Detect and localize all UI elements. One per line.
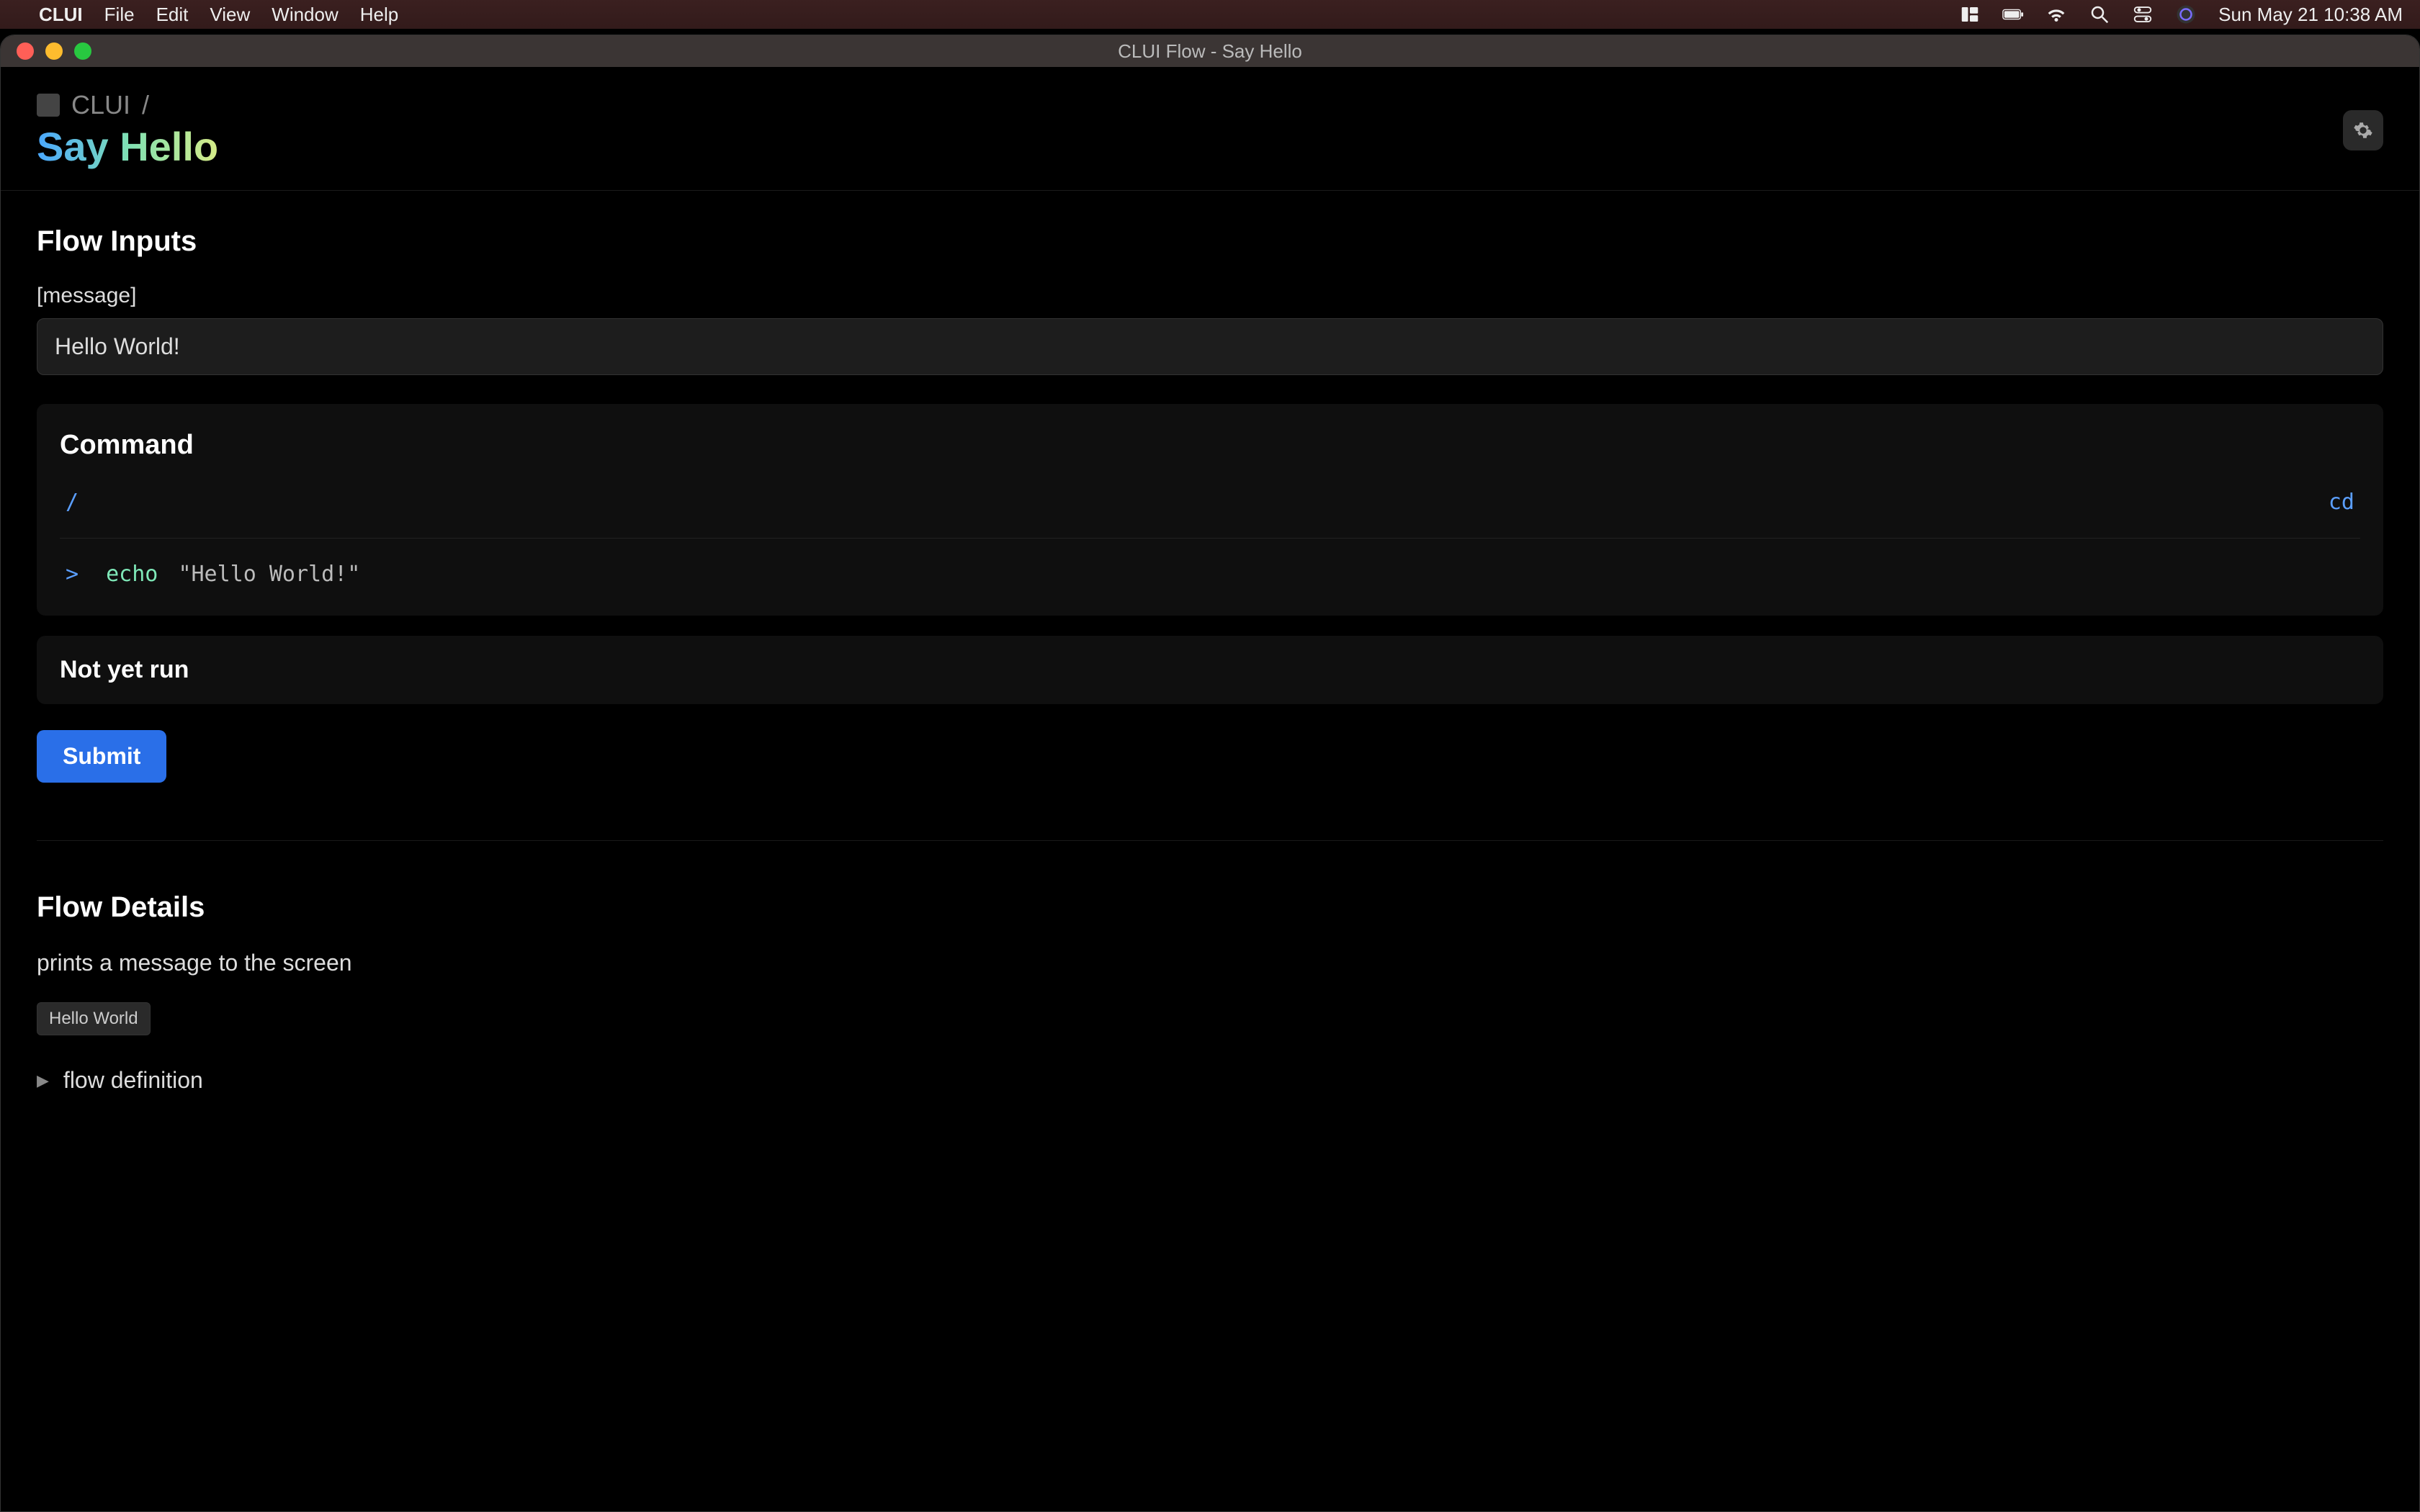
stage-manager-icon[interactable] [1959, 4, 1981, 25]
page-title: Say Hello [37, 123, 218, 170]
prompt-symbol: > [66, 562, 79, 587]
message-input[interactable] [37, 318, 2383, 375]
flow-definition-disclosure[interactable]: ▶ flow definition [37, 1067, 2383, 1094]
close-window-button[interactable] [17, 42, 34, 60]
menu-window[interactable]: Window [272, 4, 338, 26]
command-executable: echo [106, 562, 158, 587]
command-card: Command / cd > echo "Hello World!" [37, 404, 2383, 616]
window-titlebar: CLUI Flow - Say Hello [1, 35, 2419, 67]
breadcrumb-app[interactable]: CLUI [71, 90, 130, 120]
command-title: Command [60, 430, 2360, 461]
run-status-text: Not yet run [60, 656, 189, 683]
command-path-row: / cd [60, 487, 2360, 529]
message-field-label: [message] [37, 284, 2383, 308]
menu-help[interactable]: Help [360, 4, 398, 26]
menu-file[interactable]: File [104, 4, 135, 26]
menubar-app-name[interactable]: CLUI [39, 4, 83, 26]
cd-link[interactable]: cd [2329, 490, 2354, 515]
section-divider [37, 840, 2383, 841]
spotlight-icon[interactable] [2089, 4, 2110, 25]
menu-edit[interactable]: Edit [156, 4, 189, 26]
flow-description: prints a message to the screen [37, 950, 2383, 976]
flow-inputs-title: Flow Inputs [37, 225, 2383, 258]
control-center-icon[interactable] [2132, 4, 2154, 25]
minimize-window-button[interactable] [45, 42, 63, 60]
flow-tag[interactable]: Hello World [37, 1002, 151, 1035]
command-cwd: / [66, 490, 79, 515]
command-divider [60, 538, 2360, 539]
submit-button[interactable]: Submit [37, 730, 166, 783]
window-title: CLUI Flow - Say Hello [1118, 40, 1302, 63]
flow-definition-label: flow definition [63, 1067, 203, 1094]
menubar-right: Sun May 21 10:38 AM [1959, 4, 2403, 26]
settings-button[interactable] [2343, 110, 2383, 150]
run-status-card: Not yet run [37, 636, 2383, 704]
breadcrumb: CLUI / [37, 90, 218, 120]
command-argument: "Hello World!" [178, 562, 360, 587]
flow-details-title: Flow Details [37, 891, 2383, 924]
menu-view[interactable]: View [210, 4, 250, 26]
breadcrumb-separator: / [142, 90, 149, 120]
app-window: CLUI Flow - Say Hello CLUI / Say Hello F… [0, 35, 2420, 1512]
macos-menubar: CLUI File Edit View Window Help Sun May … [0, 0, 2420, 29]
command-line: > echo "Hello World!" [60, 559, 2360, 590]
battery-icon[interactable] [2002, 4, 2024, 25]
traffic-lights [1, 42, 91, 60]
siri-icon[interactable] [2175, 4, 2197, 25]
menubar-left: CLUI File Edit View Window Help [17, 4, 398, 26]
disclosure-triangle-icon: ▶ [37, 1071, 49, 1090]
menubar-datetime[interactable]: Sun May 21 10:38 AM [2218, 4, 2403, 26]
page-header: CLUI / Say Hello [1, 67, 2419, 191]
app-content: CLUI / Say Hello Flow Inputs [message] C… [1, 67, 2419, 1511]
main-content: Flow Inputs [message] Command / cd > ech… [1, 191, 2419, 1128]
wifi-icon[interactable] [2045, 4, 2067, 25]
gear-icon [2353, 120, 2373, 140]
zoom-window-button[interactable] [74, 42, 91, 60]
app-icon [37, 94, 60, 117]
